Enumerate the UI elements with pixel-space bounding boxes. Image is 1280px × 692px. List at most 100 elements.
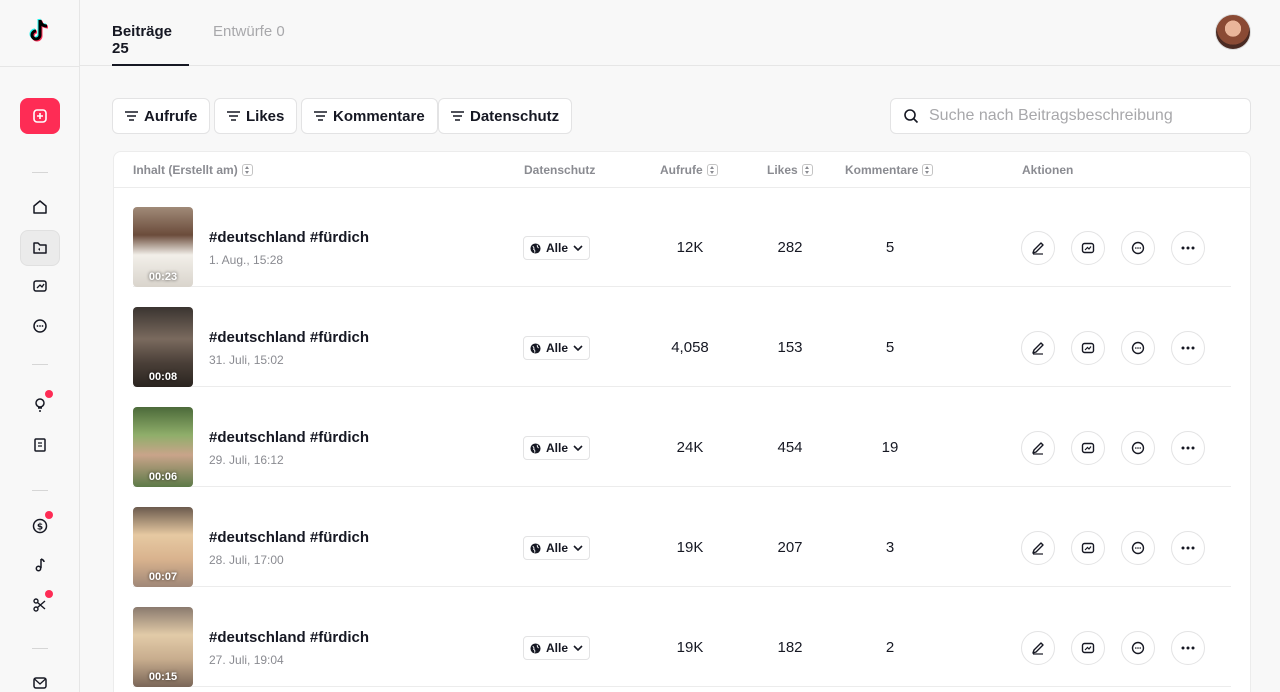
sidebar-item-tools[interactable] <box>20 587 60 623</box>
column-header-label: Inhalt (Erstellt am) <box>133 163 238 177</box>
edit-button[interactable] <box>1021 431 1055 465</box>
table-row[interactable]: 00:07 #deutschland #fürdich 28. Juli, 17… <box>133 487 1231 587</box>
views-count: 24K <box>676 439 704 456</box>
privacy-dropdown[interactable]: Alle <box>523 636 591 660</box>
comments-button[interactable] <box>1121 531 1155 565</box>
post-title[interactable]: #deutschland #fürdich <box>209 629 369 646</box>
table-row[interactable]: 00:08 #deutschland #fürdich 31. Juli, 15… <box>133 287 1231 387</box>
column-header-comments[interactable]: Kommentare <box>845 163 934 177</box>
tab-drafts[interactable]: Entwürfe 0 <box>213 23 285 66</box>
globe-icon <box>530 542 541 554</box>
analytics-icon <box>1081 342 1095 354</box>
privacy-value: Alle <box>546 641 569 655</box>
sidebar-item-inbox[interactable] <box>20 665 60 692</box>
sidebar-item-analytics[interactable] <box>20 268 60 304</box>
filter-privacy-button[interactable]: Datenschutz <box>438 98 573 134</box>
edit-button[interactable] <box>1021 231 1055 265</box>
analytics-icon <box>1081 542 1095 554</box>
more-button[interactable] <box>1171 231 1205 265</box>
filter-label: Likes <box>246 107 285 125</box>
video-thumbnail[interactable]: 00:08 <box>133 307 193 387</box>
analytics-button[interactable] <box>1071 331 1105 365</box>
edit-button[interactable] <box>1021 531 1055 565</box>
sort-icon[interactable] <box>706 164 718 176</box>
table-row[interactable]: 00:06 #deutschland #fürdich 29. Juli, 16… <box>133 387 1231 487</box>
comments-icon <box>1131 541 1145 555</box>
search-box <box>890 98 1251 134</box>
comments-button[interactable] <box>1121 431 1155 465</box>
sidebar-item-monetization[interactable]: $ <box>20 508 60 544</box>
chevron-down-icon <box>573 445 583 451</box>
analytics-button[interactable] <box>1071 231 1105 265</box>
filter-likes-button[interactable]: Likes <box>214 98 298 134</box>
privacy-dropdown[interactable]: Alle <box>523 336 591 360</box>
table-row[interactable]: 00:15 #deutschland #fürdich 27. Juli, 19… <box>133 587 1231 687</box>
post-title[interactable]: #deutschland #fürdich <box>209 529 369 546</box>
likes-count: 207 <box>777 539 803 556</box>
upload-button[interactable] <box>20 98 60 134</box>
chevron-down-icon <box>573 645 583 651</box>
sort-icon[interactable] <box>801 164 813 176</box>
top-bar: Beiträge 25 Entwürfe 0 <box>80 0 1280 66</box>
privacy-dropdown[interactable]: Alle <box>523 436 591 460</box>
filter-lines-icon <box>227 111 240 121</box>
more-button[interactable] <box>1171 431 1205 465</box>
filter-lines-icon <box>125 111 138 121</box>
more-button[interactable] <box>1171 331 1205 365</box>
edit-button[interactable] <box>1021 331 1055 365</box>
privacy-dropdown[interactable]: Alle <box>523 236 591 260</box>
analytics-button[interactable] <box>1071 531 1105 565</box>
video-thumbnail[interactable]: 00:07 <box>133 507 193 587</box>
likes-count: 282 <box>777 239 803 256</box>
analytics-icon <box>1081 642 1095 654</box>
comments-button[interactable] <box>1121 631 1155 665</box>
table-header: Inhalt (Erstellt am) Datenschutz Aufrufe… <box>114 152 1250 188</box>
comments-button[interactable] <box>1121 231 1155 265</box>
video-thumbnail[interactable]: 00:15 <box>133 607 193 687</box>
comments-icon <box>1131 241 1145 255</box>
sort-icon[interactable] <box>241 164 253 176</box>
home-icon <box>33 200 47 214</box>
analytics-icon <box>1081 442 1095 454</box>
avatar[interactable] <box>1215 14 1251 50</box>
video-thumbnail[interactable]: 00:23 <box>133 207 193 287</box>
sort-icon[interactable] <box>922 164 934 176</box>
filter-label: Datenschutz <box>470 107 560 125</box>
edit-pencil-icon <box>1032 442 1044 455</box>
analytics-button[interactable] <box>1071 631 1105 665</box>
chevron-down-icon <box>573 345 583 351</box>
sidebar-item-comments[interactable] <box>20 308 60 344</box>
sidebar-item-home[interactable] <box>20 189 60 225</box>
video-thumbnail[interactable]: 00:06 <box>133 407 193 487</box>
column-header-likes[interactable]: Likes <box>767 163 813 177</box>
sidebar-item-academy[interactable] <box>20 427 60 463</box>
filter-views-button[interactable]: Aufrufe <box>112 98 211 134</box>
sidebar-item-posts[interactable] <box>20 230 60 266</box>
edit-pencil-icon <box>1032 642 1044 655</box>
table-row[interactable]: 00:23 #deutschland #fürdich 1. Aug., 15:… <box>133 187 1231 287</box>
filter-comments-button[interactable]: Kommentare <box>301 98 438 134</box>
comments-count: 5 <box>885 239 895 256</box>
notification-dot <box>45 511 53 519</box>
post-title[interactable]: #deutschland #fürdich <box>209 229 369 246</box>
column-header-views[interactable]: Aufrufe <box>660 163 718 177</box>
tiktok-logo-icon[interactable] <box>28 18 52 44</box>
video-duration: 00:23 <box>148 271 178 283</box>
analytics-button[interactable] <box>1071 431 1105 465</box>
search-icon <box>904 109 919 124</box>
sidebar-item-inspiration[interactable] <box>20 387 60 423</box>
more-button[interactable] <box>1171 531 1205 565</box>
comments-button[interactable] <box>1121 331 1155 365</box>
tab-posts[interactable]: Beiträge 25 <box>112 23 189 66</box>
column-header-content[interactable]: Inhalt (Erstellt am) <box>133 163 253 177</box>
more-button[interactable] <box>1171 631 1205 665</box>
search-input[interactable] <box>929 107 1239 125</box>
music-note-icon <box>35 558 45 572</box>
video-duration: 00:15 <box>148 671 178 683</box>
post-title[interactable]: #deutschland #fürdich <box>209 329 369 346</box>
privacy-dropdown[interactable]: Alle <box>523 536 591 560</box>
monetization-dollar-icon: $ <box>32 518 48 534</box>
edit-button[interactable] <box>1021 631 1055 665</box>
sidebar-item-music[interactable] <box>20 547 60 583</box>
post-title[interactable]: #deutschland #fürdich <box>209 429 369 446</box>
